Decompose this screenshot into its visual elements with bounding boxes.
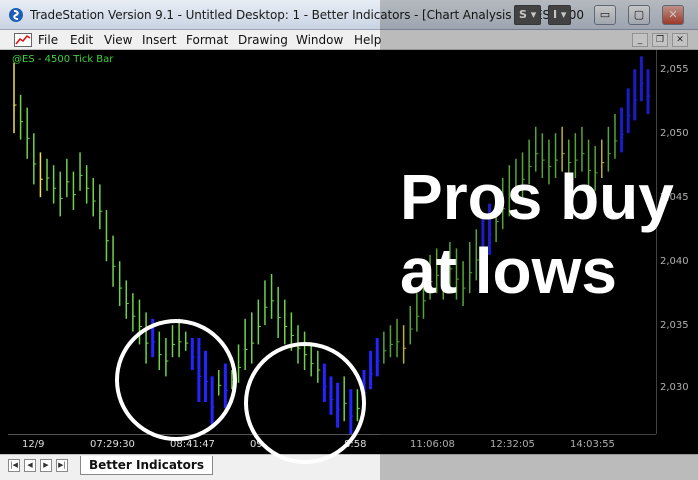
highlight-circle-2 [244,342,366,464]
highlight-circle-1 [115,319,237,441]
app-window: TradeStation Version 9.1 - Untitled Desk… [0,0,698,480]
caption-line-1: Pros buy [400,161,674,233]
overlay-caption: Pros buy at lows [400,160,674,308]
caption-line-2: at lows [400,235,617,307]
